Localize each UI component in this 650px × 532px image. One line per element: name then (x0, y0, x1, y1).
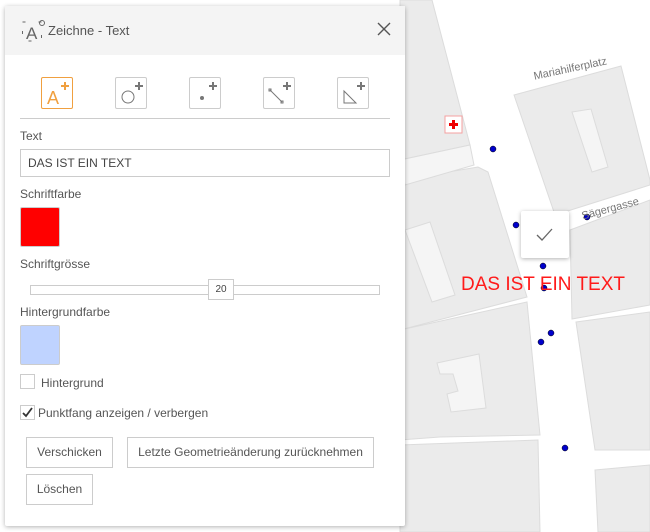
confirm-button[interactable] (521, 211, 569, 258)
bg-color-label: Hintergrundfarbe (20, 305, 111, 319)
close-icon[interactable] (377, 22, 391, 36)
tool-line[interactable] (263, 77, 295, 109)
undo-button[interactable]: Letzte Geometrieänderung zurücknehmen (127, 437, 374, 468)
tool-circle[interactable] (115, 77, 147, 109)
font-color-picker[interactable] (20, 207, 60, 247)
text-tool-icon: A (22, 20, 45, 43)
svg-text:A: A (26, 24, 38, 43)
line-add-icon (268, 82, 291, 104)
font-size-slider[interactable] (30, 285, 380, 295)
send-button[interactable]: Verschicken (26, 437, 113, 468)
delete-button[interactable]: Löschen (26, 474, 93, 505)
bg-checkbox-label: Hintergrund (41, 376, 104, 390)
snap-label: Punktfang anzeigen / verbergen (38, 406, 209, 420)
text-add-icon: A (47, 82, 69, 108)
point-add-icon (200, 82, 217, 100)
divider (20, 118, 390, 119)
draw-panel: A Zeichne - Text A Text DAS IST EIN TEXT… (5, 6, 405, 526)
circle-add-icon (121, 82, 143, 104)
tool-polygon[interactable] (337, 77, 369, 109)
svg-text:A: A (47, 88, 59, 108)
font-size-label: Schriftgrösse (20, 257, 91, 271)
text-label: Text (20, 129, 43, 143)
panel-header: A Zeichne - Text (5, 6, 405, 55)
font-color-label: Schriftfarbe (20, 187, 82, 201)
check-icon (22, 407, 33, 418)
drawn-text[interactable]: DAS IST EIN TEXT (461, 274, 625, 296)
panel-title: Zeichne - Text (48, 23, 130, 38)
bg-color-picker[interactable] (20, 325, 60, 365)
font-size-handle[interactable]: 20 (208, 279, 234, 300)
bg-checkbox[interactable] (20, 374, 35, 389)
check-icon (536, 228, 553, 241)
tool-text[interactable]: A (41, 77, 73, 109)
tool-point[interactable] (189, 77, 221, 109)
polygon-add-icon (343, 82, 365, 104)
snap-checkbox[interactable] (20, 405, 35, 420)
text-input[interactable]: DAS IST EIN TEXT (20, 149, 390, 177)
